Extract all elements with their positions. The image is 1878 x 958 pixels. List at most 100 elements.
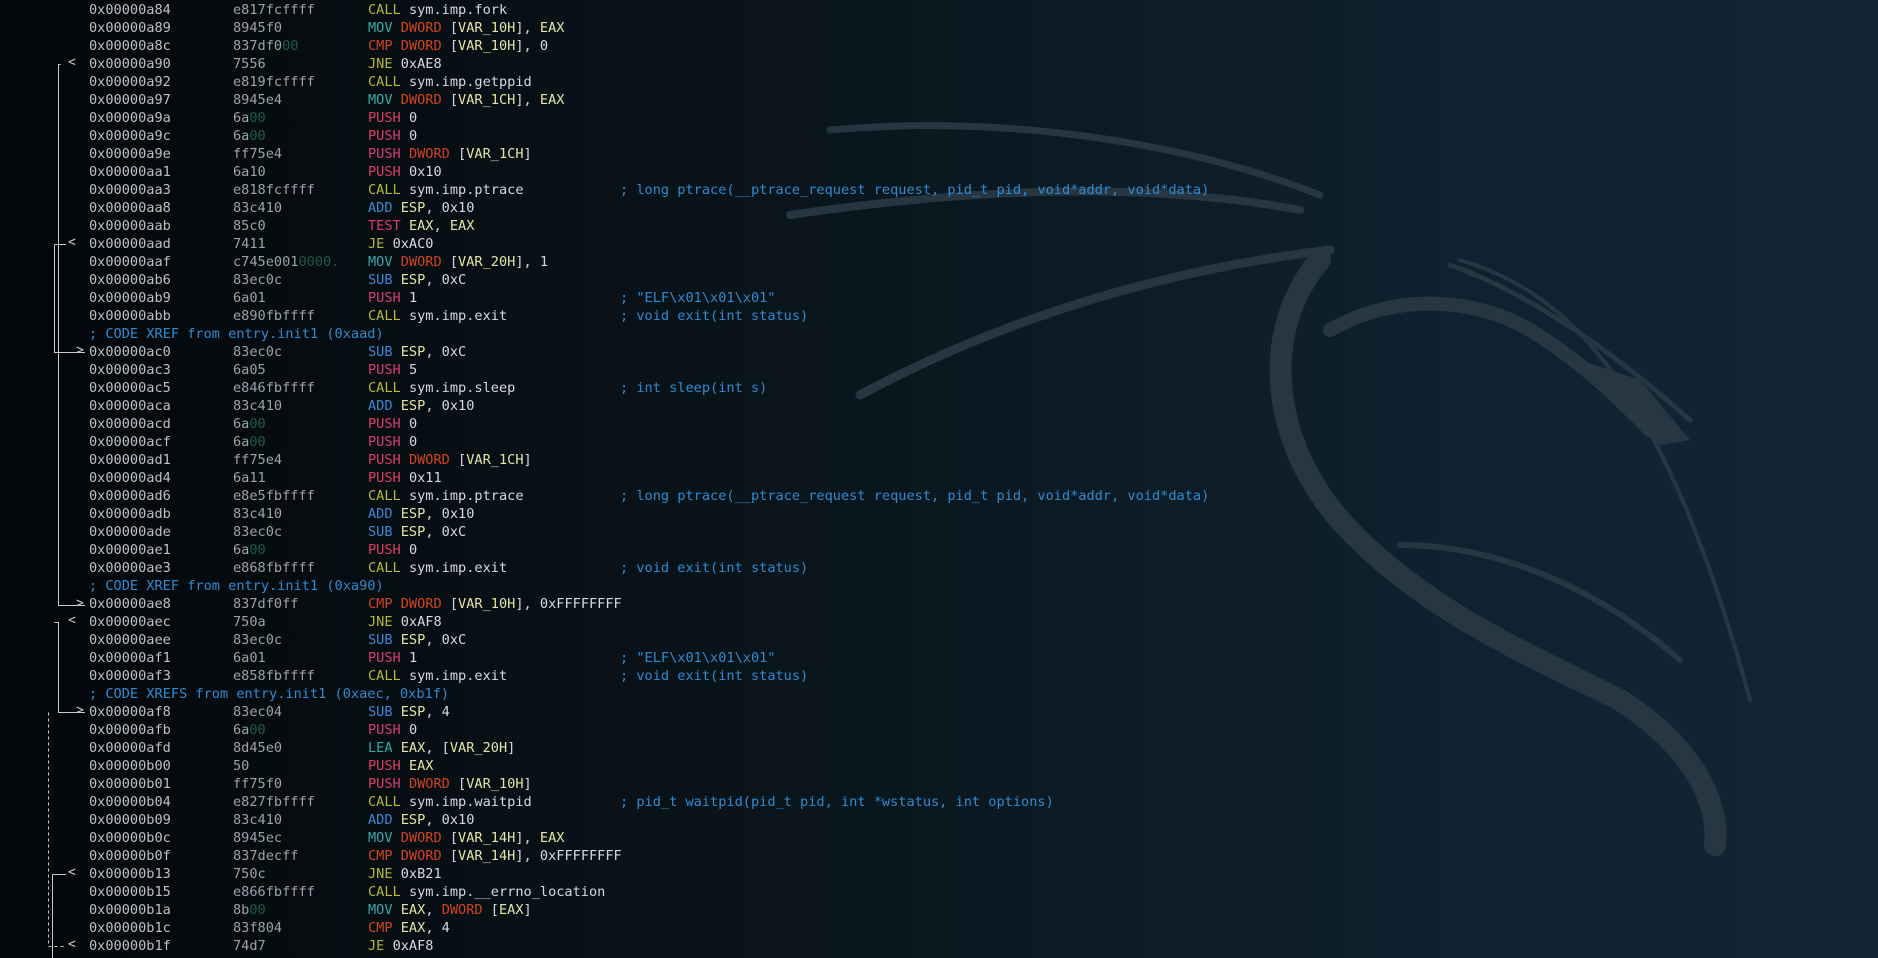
instruction-address[interactable]: 0x00000ade <box>89 523 171 541</box>
instruction-address[interactable]: 0x00000acf <box>89 433 171 451</box>
instruction-line[interactable]: 0x00000a97 8945e4 MOV DWORD [VAR_1CH], EAX <box>0 91 1878 109</box>
instruction-line[interactable]: 0x00000aad 7411 JE 0xAC0 <box>0 235 1878 253</box>
instruction-address[interactable]: 0x00000aad <box>89 235 171 253</box>
instruction-line[interactable]: 0x00000ab9 6a01 PUSH 1 ; "ELF\x01\x01\x01" <box>0 289 1878 307</box>
instruction-address[interactable]: 0x00000af8 <box>89 703 171 721</box>
instruction-line[interactable]: 0x00000aa3 e818fcffff CALL sym.imp.ptrace;… <box>0 181 1878 199</box>
instruction-address[interactable]: 0x00000b15 <box>89 883 171 901</box>
instruction-line[interactable]: 0x00000aa8 83c410 ADD ESP, 0x10 <box>0 199 1878 217</box>
instruction-address[interactable]: 0x00000ad4 <box>89 469 171 487</box>
instruction-line[interactable]: 0x00000ad4 6a11 PUSH 0x11 <box>0 469 1878 487</box>
instruction-address[interactable]: 0x00000aec <box>89 613 171 631</box>
instruction-address[interactable]: 0x00000ac0 <box>89 343 171 361</box>
instruction-address[interactable]: 0x00000ad1 <box>89 451 171 469</box>
instruction-line[interactable]: 0x00000a92 e819fcffff CALL sym.imp.getppid <box>0 73 1878 91</box>
instruction-line[interactable]: 0x00000b0f 837decff CMP DWORD [VAR_14H], 0… <box>0 847 1878 865</box>
instruction-line[interactable]: 0x00000ad6 e8e5fbffff CALL sym.imp.ptrace;… <box>0 487 1878 505</box>
instruction-line[interactable]: 0x00000afb 6a00 PUSH 0 <box>0 721 1878 739</box>
instruction-address[interactable]: 0x00000aee <box>89 631 171 649</box>
instruction-line[interactable]: 0x00000aec 750a JNE 0xAF8 <box>0 613 1878 631</box>
instruction-address[interactable]: 0x00000aa1 <box>89 163 171 181</box>
instruction-address[interactable]: 0x00000afb <box>89 721 171 739</box>
instruction-line[interactable]: 0x00000b04 e827fbffff CALL sym.imp.waitpid… <box>0 793 1878 811</box>
instruction-line[interactable]: 0x00000a90 7556 JNE 0xAE8 <box>0 55 1878 73</box>
instruction-address[interactable]: 0x00000ae3 <box>89 559 171 577</box>
instruction-line[interactable]: 0x00000b1c 83f804 CMP EAX, 4 <box>0 919 1878 937</box>
instruction-address[interactable]: 0x00000aab <box>89 217 171 235</box>
instruction-line[interactable]: 0x00000ab6 83ec0c SUB ESP, 0xC <box>0 271 1878 289</box>
instruction-line[interactable]: 0x00000a89 8945f0 MOV DWORD [VAR_10H], EAX <box>0 19 1878 37</box>
instruction-address[interactable]: 0x00000b1f <box>89 937 171 955</box>
instruction-line[interactable]: 0x00000acd 6a00 PUSH 0 <box>0 415 1878 433</box>
instruction-address[interactable]: 0x00000aaf <box>89 253 171 271</box>
instruction-address[interactable]: 0x00000aa3 <box>89 181 171 199</box>
instruction-address[interactable]: 0x00000a84 <box>89 1 171 19</box>
instruction-address[interactable]: 0x00000b04 <box>89 793 171 811</box>
instruction-line[interactable]: 0x00000ade 83ec0c SUB ESP, 0xC <box>0 523 1878 541</box>
instruction-address[interactable]: 0x00000ae8 <box>89 595 171 613</box>
instruction-line[interactable]: 0x00000b01 ff75f0 PUSH DWORD [VAR_10H] <box>0 775 1878 793</box>
instruction-address[interactable]: 0x00000b1a <box>89 901 171 919</box>
instruction-address[interactable]: 0x00000af3 <box>89 667 171 685</box>
xref-line[interactable]: ; CODE XREF from entry.init1 (0xa90) <box>0 577 1878 595</box>
instruction-address[interactable]: 0x00000ac5 <box>89 379 171 397</box>
instruction-line[interactable]: 0x00000aca 83c410 ADD ESP, 0x10 <box>0 397 1878 415</box>
instruction-address[interactable]: 0x00000abb <box>89 307 171 325</box>
instruction-line[interactable]: 0x00000a84 e817fcffff CALL sym.imp.fork <box>0 1 1878 19</box>
instruction-address[interactable]: 0x00000ac3 <box>89 361 171 379</box>
instruction-address[interactable]: 0x00000a9c <box>89 127 171 145</box>
instruction-line[interactable]: 0x00000ae1 6a00 PUSH 0 <box>0 541 1878 559</box>
instruction-address[interactable]: 0x00000b00 <box>89 757 171 775</box>
instruction-line[interactable]: 0x00000adb 83c410 ADD ESP, 0x10 <box>0 505 1878 523</box>
instruction-line[interactable]: 0x00000ae3 e868fbffff CALL sym.imp.exit ; v… <box>0 559 1878 577</box>
instruction-address[interactable]: 0x00000a89 <box>89 19 171 37</box>
xref-line[interactable]: ; CODE XREF from entry.init1 (0xaad) <box>0 325 1878 343</box>
instruction-address[interactable]: 0x00000ad6 <box>89 487 171 505</box>
instruction-address[interactable]: 0x00000aa8 <box>89 199 171 217</box>
instruction-line[interactable]: 0x00000aab 85c0 TEST EAX, EAX <box>0 217 1878 235</box>
instruction-line[interactable]: 0x00000ac0 83ec0c SUB ESP, 0xC <box>0 343 1878 361</box>
instruction-address[interactable]: 0x00000b01 <box>89 775 171 793</box>
instruction-line[interactable]: 0x00000ad1 ff75e4 PUSH DWORD [VAR_1CH] <box>0 451 1878 469</box>
instruction-line[interactable]: 0x00000ac5 e846fbffff CALL sym.imp.sleep ; … <box>0 379 1878 397</box>
instruction-line[interactable]: 0x00000afd 8d45e0 LEA EAX, [VAR_20H] <box>0 739 1878 757</box>
instruction-line[interactable]: 0x00000b1f 74d7 JE 0xAF8 <box>0 937 1878 955</box>
instruction-address[interactable]: 0x00000ae1 <box>89 541 171 559</box>
instruction-line[interactable]: 0x00000b09 83c410 ADD ESP, 0x10 <box>0 811 1878 829</box>
instruction-line[interactable]: 0x00000a9a 6a00 PUSH 0 <box>0 109 1878 127</box>
instruction-line[interactable]: 0x00000aaf c745e0010000. MOV DWORD [VAR_20… <box>0 253 1878 271</box>
instruction-address[interactable]: 0x00000aca <box>89 397 171 415</box>
instruction-line[interactable]: 0x00000aee 83ec0c SUB ESP, 0xC <box>0 631 1878 649</box>
instruction-line[interactable]: 0x00000aa1 6a10 PUSH 0x10 <box>0 163 1878 181</box>
instruction-address[interactable]: 0x00000a9e <box>89 145 171 163</box>
instruction-line[interactable]: 0x00000a8c 837df000 CMP DWORD [VAR_10H], 0 <box>0 37 1878 55</box>
instruction-line[interactable]: 0x00000af8 83ec04 SUB ESP, 4 <box>0 703 1878 721</box>
instruction-line[interactable]: 0x00000a9c 6a00 PUSH 0 <box>0 127 1878 145</box>
instruction-address[interactable]: 0x00000a97 <box>89 91 171 109</box>
instruction-line[interactable]: 0x00000b1a 8b00 MOV EAX, DWORD [EAX] <box>0 901 1878 919</box>
instruction-line[interactable]: 0x00000b0c 8945ec MOV DWORD [VAR_14H], EAX <box>0 829 1878 847</box>
instruction-address[interactable]: 0x00000afd <box>89 739 171 757</box>
instruction-line[interactable]: 0x00000ae8 837df0ff CMP DWORD [VAR_10H], 0… <box>0 595 1878 613</box>
instruction-address[interactable]: 0x00000a90 <box>89 55 171 73</box>
instruction-line[interactable]: 0x00000af3 e858fbffff CALL sym.imp.exit ; v… <box>0 667 1878 685</box>
instruction-address[interactable]: 0x00000b1c <box>89 919 171 937</box>
instruction-address[interactable]: 0x00000ab9 <box>89 289 171 307</box>
instruction-address[interactable]: 0x00000a8c <box>89 37 171 55</box>
instruction-line[interactable]: 0x00000ac3 6a05 PUSH 5 <box>0 361 1878 379</box>
instruction-address[interactable]: 0x00000ab6 <box>89 271 171 289</box>
xref-line[interactable]: ; CODE XREFS from entry.init1 (0xaec, 0x… <box>0 685 1878 703</box>
instruction-line[interactable]: 0x00000a9e ff75e4 PUSH DWORD [VAR_1CH] <box>0 145 1878 163</box>
instruction-line[interactable]: 0x00000abb e890fbffff CALL sym.imp.exit ; v… <box>0 307 1878 325</box>
instruction-address[interactable]: 0x00000a92 <box>89 73 171 91</box>
instruction-address[interactable]: 0x00000b13 <box>89 865 171 883</box>
instruction-line[interactable]: 0x00000acf 6a00 PUSH 0 <box>0 433 1878 451</box>
instruction-address[interactable]: 0x00000af1 <box>89 649 171 667</box>
instruction-address[interactable]: 0x00000b0f <box>89 847 171 865</box>
instruction-address[interactable]: 0x00000b09 <box>89 811 171 829</box>
instruction-address[interactable]: 0x00000acd <box>89 415 171 433</box>
instruction-line[interactable]: 0x00000b13 750c JNE 0xB21 <box>0 865 1878 883</box>
instruction-address[interactable]: 0x00000a9a <box>89 109 171 127</box>
instruction-line[interactable]: 0x00000b15 e866fbffff CALL sym.imp.__errno… <box>0 883 1878 901</box>
instruction-line[interactable]: 0x00000b00 50 PUSH EAX <box>0 757 1878 775</box>
